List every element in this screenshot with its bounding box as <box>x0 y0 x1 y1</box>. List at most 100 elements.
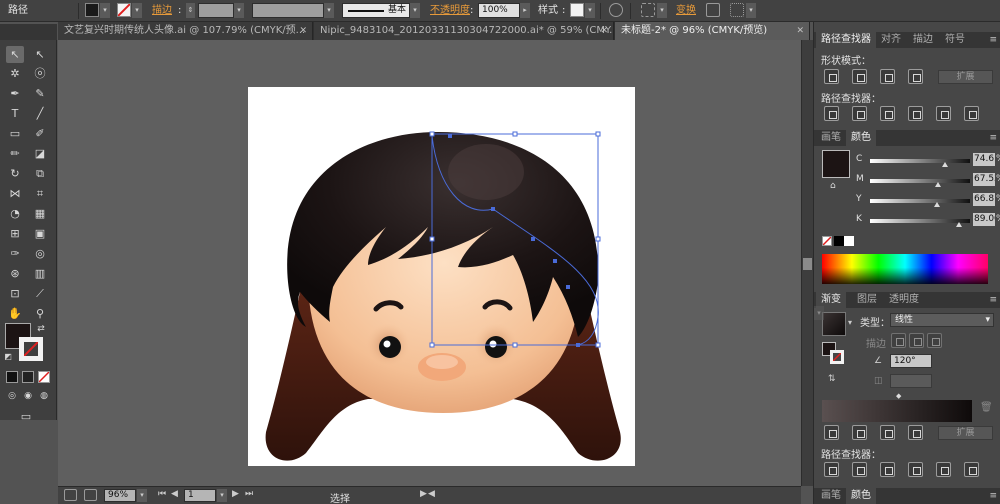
artboard-nav-icon[interactable] <box>64 489 77 501</box>
stroke-weight-dropdown[interactable]: ▾ <box>234 3 244 18</box>
yellow-value[interactable]: 66.8 <box>973 193 995 206</box>
brush-definition-field[interactable]: 基本 <box>342 3 410 18</box>
mesh-tool-icon[interactable]: ⊞ <box>6 225 24 242</box>
tab-stroke[interactable]: 描边 <box>908 32 938 48</box>
intersect-icon[interactable] <box>880 69 895 84</box>
close-icon[interactable]: ✕ <box>299 22 307 40</box>
merge-icon[interactable] <box>880 106 895 121</box>
expand-button[interactable]: 扩展 <box>938 426 993 440</box>
opacity-dropdown[interactable]: ▸ <box>520 3 530 18</box>
prev-artboard-icon[interactable]: ◀ <box>171 489 178 499</box>
scale-tool-icon[interactable]: ⧉ <box>31 165 49 182</box>
zoom-field[interactable]: 96% <box>104 489 136 502</box>
expand-button[interactable]: 扩展 <box>938 70 993 84</box>
first-artboard-icon[interactable]: ⏮ <box>158 489 166 499</box>
align-icon[interactable] <box>641 3 655 17</box>
lasso-tool-icon[interactable]: ⓞ <box>31 65 49 82</box>
curvature-tool-icon[interactable]: ✎ <box>31 85 49 102</box>
tab-brushes[interactable]: 画笔 <box>816 130 846 146</box>
panel-menu-icon[interactable]: ≡ <box>989 488 997 504</box>
yellow-knob[interactable] <box>934 202 940 207</box>
intersect-icon[interactable] <box>880 425 895 440</box>
swap-colors-icon[interactable]: ⇄ <box>35 321 47 338</box>
outline-icon[interactable] <box>936 462 951 477</box>
divide-icon[interactable] <box>824 462 839 477</box>
opacity-field[interactable]: 100% <box>478 3 520 18</box>
artwork[interactable] <box>248 87 635 466</box>
reverse-gradient-icon[interactable]: ⇅ <box>828 374 836 384</box>
shape-builder-tool-icon[interactable]: ◔ <box>6 205 24 222</box>
zoom-dropdown[interactable]: ▾ <box>137 489 147 502</box>
transform-link[interactable]: 变换 <box>676 3 696 19</box>
magenta-knob[interactable] <box>935 182 941 187</box>
free-transform-tool-icon[interactable]: ⌗ <box>31 185 49 202</box>
gradient-slider[interactable] <box>822 400 972 424</box>
hand-tool-icon[interactable]: ✋ <box>6 305 24 322</box>
screen-mode-icon[interactable]: ▭ <box>16 408 36 425</box>
arrange-icon[interactable] <box>730 3 744 17</box>
minus-front-icon[interactable] <box>852 69 867 84</box>
line-tool-icon[interactable]: ╱ <box>31 105 49 122</box>
type-tool-icon[interactable]: T <box>6 105 24 122</box>
fill-dropdown[interactable]: ▾ <box>100 3 110 18</box>
tab-align[interactable]: 对齐 <box>876 32 906 48</box>
magenta-track[interactable] <box>870 179 970 183</box>
black-slider[interactable]: K 89.06 % <box>856 213 1000 228</box>
tab-layers[interactable]: 图层 <box>852 292 882 308</box>
panel-menu-icon[interactable]: ≡ <box>989 130 997 146</box>
black-knob[interactable] <box>956 222 962 227</box>
column-graph-tool-icon[interactable]: ▥ <box>31 265 49 282</box>
tab-brushes-bottom[interactable]: 画笔 <box>816 488 846 504</box>
draw-inside-icon[interactable]: ◍ <box>38 388 50 405</box>
close-icon[interactable]: ✕ <box>796 22 804 40</box>
color-spectrum[interactable] <box>822 254 988 284</box>
cyan-value[interactable]: 74.61 <box>973 153 995 166</box>
last-artboard-icon[interactable]: ⏭ <box>245 489 253 499</box>
tab-doc-2[interactable]: Nipic_9483104_20120331130304722000.ai* @… <box>314 22 614 40</box>
fill-swatch[interactable] <box>85 3 99 17</box>
stroke-along-icon[interactable] <box>909 333 924 348</box>
tab-color-bottom[interactable]: 颜色 <box>846 488 876 504</box>
none-mode-icon[interactable] <box>38 371 50 383</box>
default-colors-icon[interactable]: ◩ <box>2 348 14 365</box>
artboard[interactable] <box>248 87 635 466</box>
draw-normal-icon[interactable]: ◎ <box>6 388 18 405</box>
opacity-link[interactable]: 不透明度 <box>430 3 470 19</box>
stroke-color-box[interactable] <box>19 337 43 361</box>
recolor-artwork-icon[interactable] <box>609 3 623 17</box>
gradient-preview-swatch[interactable] <box>822 312 846 336</box>
gradient-stroke-box[interactable] <box>830 350 844 364</box>
minus-back-icon[interactable] <box>964 462 979 477</box>
width-tool-icon[interactable]: ⋈ <box>6 185 24 202</box>
arrange-dropdown[interactable]: ▾ <box>746 3 756 18</box>
black-value[interactable]: 89.06 <box>973 213 995 226</box>
none-color-swatch[interactable] <box>822 236 832 246</box>
yellow-track[interactable] <box>870 199 970 203</box>
next-artboard-icon[interactable]: ▶ <box>232 489 239 499</box>
pen-tool-icon[interactable]: ✒ <box>6 85 24 102</box>
style-dropdown[interactable]: ▾ <box>585 3 595 18</box>
tab-symbols[interactable]: 符号 <box>940 32 970 48</box>
rectangle-tool-icon[interactable]: ▭ <box>6 125 24 142</box>
crop-icon[interactable] <box>908 462 923 477</box>
zoom-tool-icon[interactable]: ⚲ <box>31 305 49 322</box>
tab-transparency[interactable]: 透明度 <box>884 292 924 308</box>
stroke-dropdown[interactable]: ▾ <box>132 3 142 18</box>
cyan-knob[interactable] <box>942 162 948 167</box>
magic-wand-tool-icon[interactable]: ✲ <box>6 65 24 82</box>
cyan-slider[interactable]: C 74.61 % <box>856 153 1000 168</box>
variable-width-dropdown[interactable]: ▾ <box>324 3 334 18</box>
vertical-scrollbar[interactable] <box>801 40 813 486</box>
vertical-scroll-thumb[interactable] <box>803 258 812 270</box>
panel-menu-icon[interactable]: ≡ <box>989 32 997 48</box>
slice-tool-icon[interactable]: ⟋ <box>31 285 49 302</box>
stroke-within-icon[interactable] <box>891 333 906 348</box>
brush-dropdown[interactable]: ▾ <box>410 3 420 18</box>
gradient-tool-icon[interactable]: ▣ <box>31 225 49 242</box>
crop-icon[interactable] <box>908 106 923 121</box>
gradient-angle-field[interactable]: 120° <box>890 354 932 368</box>
black-track[interactable] <box>870 219 970 223</box>
draw-behind-icon[interactable]: ◉ <box>22 388 34 405</box>
stroke-link[interactable]: 描边 <box>152 3 172 19</box>
toolbox-grip[interactable] <box>0 24 57 40</box>
